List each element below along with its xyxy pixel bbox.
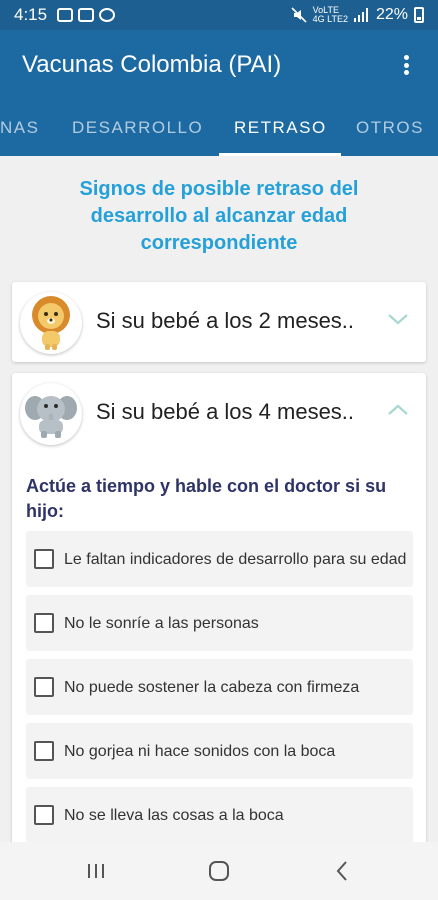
checkbox[interactable] [34,549,54,569]
at-notification-icon [99,8,116,22]
section-header[interactable]: Si su bebé a los 4 meses.. [12,373,426,453]
elephant-avatar [20,383,82,445]
battery-icon [414,7,424,23]
gallery-notification-icon [78,8,95,22]
recents-icon[interactable] [81,856,111,886]
tab-desarrollo[interactable]: DESARROLLO [72,100,203,156]
overflow-menu-icon[interactable] [396,52,416,78]
chevron-up-icon[interactable] [387,403,409,417]
back-icon[interactable] [327,856,357,886]
checklist-item[interactable]: No se lleva las cosas a la boca [26,787,413,842]
section-title: Si su bebé a los 4 meses.. [96,399,355,424]
home-icon[interactable] [204,856,234,886]
checkbox[interactable] [34,613,54,633]
app-bar: Vacunas Colombia (PAI) [0,30,438,100]
checkbox[interactable] [34,805,54,825]
checkbox[interactable] [34,741,54,761]
battery-percent: 22% [375,6,408,23]
tab-nas[interactable]: NAS [0,100,39,156]
checklist-item[interactable]: No gorjea ni hace sonidos con la boca [26,723,413,779]
checklist-item-label: No se lleva las cosas a la boca [64,806,284,824]
section-header[interactable]: Si su bebé a los 2 meses.. [12,282,426,362]
lion-avatar [20,292,82,354]
section-subheading: Actúe a tiempo y hable con el doctor si … [26,476,387,521]
elephant-icon [25,396,77,438]
section-title: Si su bebé a los 2 meses.. [96,308,355,333]
message-notification-icon [57,8,74,22]
checklist-item-label: No gorjea ni hace sonidos con la boca [64,742,336,760]
network-label: VoLTE 4G LTE2 [312,5,348,24]
main-content[interactable]: Signos de posible retraso del desarrollo… [0,156,438,842]
checkbox[interactable] [34,677,54,697]
status-right: VoLTE 4G LTE2 22% [291,6,424,24]
lion-icon [32,296,70,350]
checklist-item[interactable]: No puede sostener la cabeza con firmeza [26,659,413,715]
tab-otros[interactable]: OTROS [356,100,424,156]
notification-icons [57,8,116,22]
tab-bar: NAS DESARROLLO RETRASO OTROS [0,100,438,156]
mute-icon [291,7,307,23]
checklist-item-label: Le faltan indicadores de desarrollo para… [64,550,407,568]
system-nav-bar [0,842,438,900]
page-headline: Signos de posible retraso del desarrollo… [79,178,359,254]
chevron-down-icon[interactable] [387,312,409,326]
checklist-item[interactable]: No le sonríe a las personas [26,595,413,651]
status-time: 4:15 [14,5,48,24]
tab-retraso[interactable]: RETRASO [234,100,327,156]
checklist-item[interactable]: Le faltan indicadores de desarrollo para… [26,531,413,587]
checklist-item-label: No puede sostener la cabeza con firmeza [64,678,360,696]
app-title: Vacunas Colombia (PAI) [22,51,282,78]
section-card-2-months[interactable]: Si su bebé a los 2 meses.. [12,282,426,362]
signal-icon [353,8,368,22]
checklist-item-label: No le sonríe a las personas [64,614,259,632]
status-bar: 4:15 VoLTE 4G LTE2 22% [0,0,438,30]
